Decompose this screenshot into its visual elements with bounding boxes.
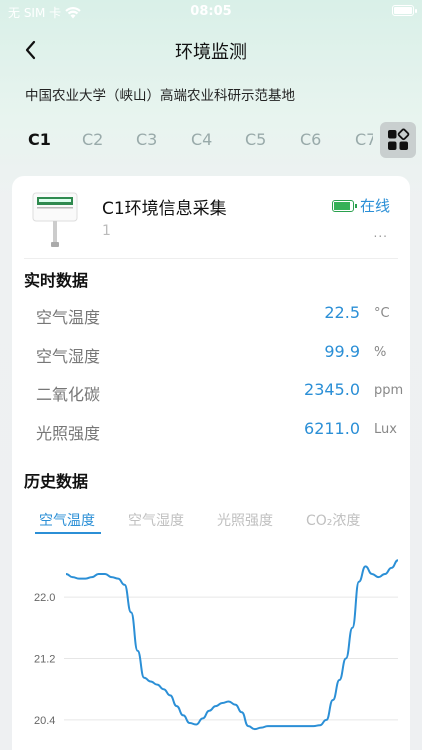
y-tick-label: 20.4 — [34, 715, 55, 727]
data-row-co2: 二氧化碳 2345.0 ppm — [36, 377, 403, 407]
history-chart: 22.0 21.2 20.4 — [34, 559, 399, 731]
navigation-bar: 环境监测 — [0, 30, 422, 70]
y-tick-label: 21.2 — [34, 654, 55, 666]
tab-c6[interactable]: C6 — [300, 130, 321, 149]
row-label: 空气温度 — [36, 308, 101, 327]
location-label: 中国农业大学（峡山）高端农业科研示范基地 — [25, 88, 295, 104]
device-card: C1环境信息采集 1 在线 ... 实时数据 空气温度 22.5 °C 空气湿度… — [12, 176, 410, 750]
more-button[interactable]: ... — [374, 226, 388, 240]
realtime-title: 实时数据 — [24, 271, 89, 290]
y-tick-label: 22.0 — [34, 592, 55, 604]
row-unit: Lux — [374, 422, 397, 437]
row-value: 99.9 — [324, 342, 360, 361]
tab-air-humidity[interactable]: 空气湿度 — [128, 510, 184, 530]
active-tab-indicator — [35, 532, 101, 534]
row-unit: % — [374, 345, 387, 360]
series-line — [65, 559, 399, 731]
device-battery-icon — [331, 199, 357, 212]
divider — [24, 258, 398, 259]
row-value: 6211.0 — [304, 419, 360, 438]
status-label: 在线 — [359, 197, 390, 215]
row-value: 22.5 — [324, 303, 360, 322]
tab-c7[interactable]: C7 — [355, 130, 373, 149]
device-id: 1 — [102, 223, 111, 239]
data-row-humidity: 空气湿度 99.9 % — [36, 339, 386, 369]
tab-c1[interactable]: C1 — [28, 130, 51, 149]
battery-icon — [392, 5, 417, 16]
history-title: 历史数据 — [24, 472, 89, 491]
row-value: 2345.0 — [304, 380, 360, 399]
row-label: 光照强度 — [36, 424, 101, 443]
tab-c5[interactable]: C5 — [245, 130, 266, 149]
clock: 08:05 — [190, 4, 232, 19]
online-status: 在线 — [331, 195, 390, 216]
data-row-light: 光照强度 6211.0 Lux — [36, 416, 397, 446]
tab-c3[interactable]: C3 — [136, 130, 157, 149]
row-label: 二氧化碳 — [36, 385, 101, 404]
tab-c2[interactable]: C2 — [82, 130, 103, 149]
row-label: 空气湿度 — [36, 347, 101, 366]
row-unit: °C — [374, 306, 390, 321]
sensor-device-image — [32, 192, 78, 247]
device-name: C1环境信息采集 — [102, 199, 227, 219]
row-unit: ppm — [374, 383, 404, 398]
device-tabs: C1 C2 C3 C4 C5 C6 C7 — [0, 122, 422, 158]
data-row-temperature: 空气温度 22.5 °C — [36, 300, 390, 330]
grid-icon — [388, 128, 410, 150]
tab-co2-concentration[interactable]: CO₂浓度 — [306, 510, 360, 530]
tab-air-temperature[interactable]: 空气温度 — [39, 510, 95, 530]
tab-light-intensity[interactable]: 光照强度 — [217, 510, 273, 530]
tab-c4[interactable]: C4 — [191, 130, 212, 149]
status-bar: 无 SIM 卡 08:05 — [0, 0, 422, 24]
page-title: 环境监测 — [175, 42, 247, 63]
grid-view-button[interactable] — [380, 122, 416, 158]
